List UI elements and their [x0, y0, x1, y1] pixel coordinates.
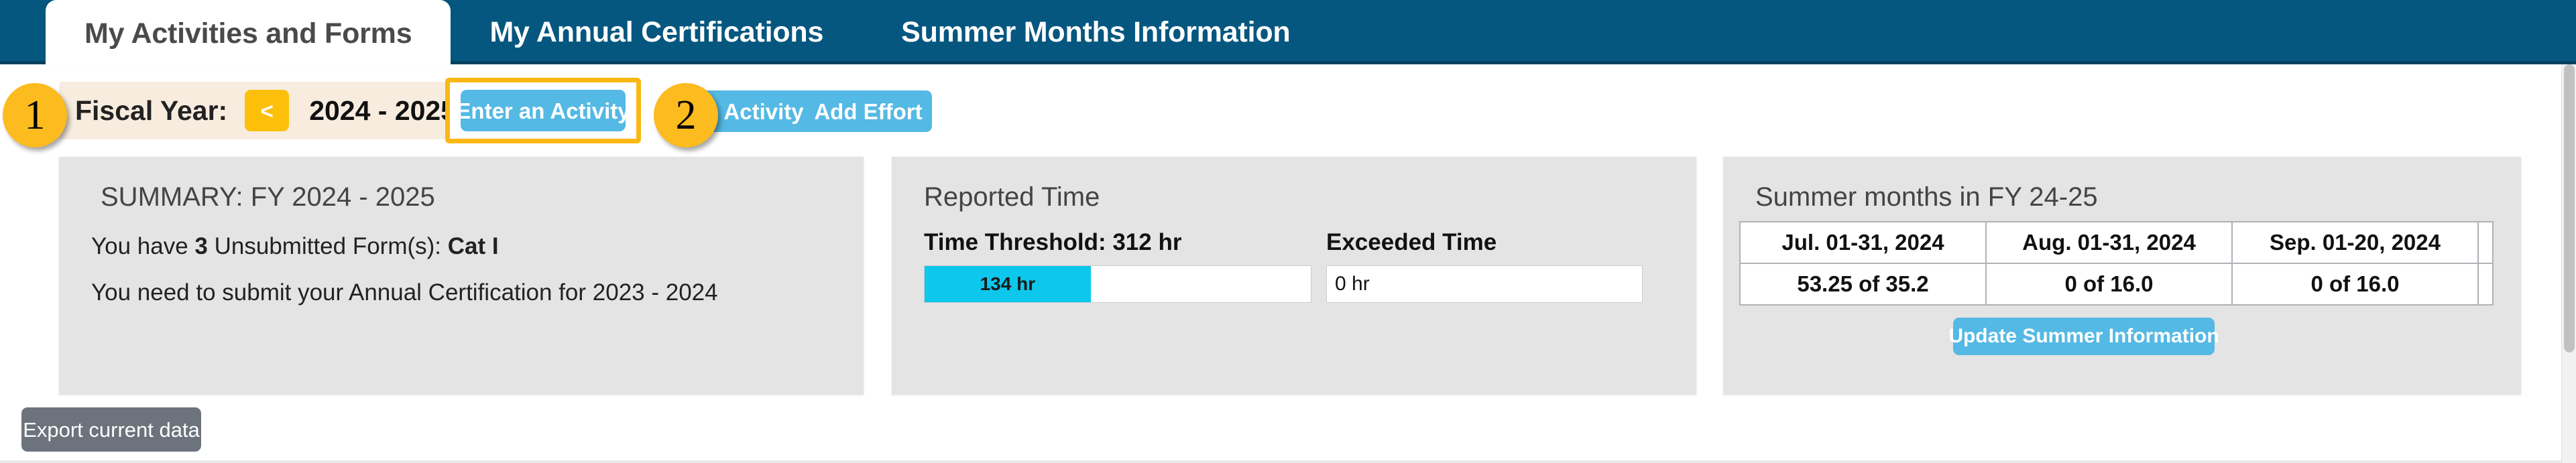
previous-fiscal-year-button[interactable]: <: [245, 90, 290, 131]
reported-time-card: Reported Time Time Threshold: 312 hr Exc…: [892, 157, 1696, 395]
tab-list: My Activities and Forms My Annual Certif…: [0, 0, 1329, 68]
exceeded-time-label: Exceeded Time: [1326, 229, 1497, 255]
update-summer-information-button[interactable]: Update Summer Information: [1948, 318, 2219, 355]
table-row: 53.25 of 35.2 0 of 16.0 0 of 16.0: [1739, 263, 2494, 306]
callout-badge-2-number: 2: [675, 92, 697, 138]
fiscal-year-label: Fiscal Year:: [75, 94, 228, 126]
summer-months-table: Jul. 01-31, 2024 Aug. 01-31, 2024 Sep. 0…: [1739, 221, 2494, 306]
tab-label: Summer Months Information: [901, 15, 1291, 48]
summer-months-card: Summer months in FY 24-25 Jul. 01-31, 20…: [1723, 157, 2521, 395]
annual-certification-notice: You need to submit your Annual Certifica…: [91, 279, 718, 306]
exceeded-time-value: 0 hr: [1335, 273, 1370, 295]
scrollbar-thumb[interactable]: [2564, 64, 2575, 352]
time-threshold-label: Time Threshold: 312 hr: [924, 229, 1182, 255]
unsubmitted-forms-line: You have 3 Unsubmitted Form(s): Cat I: [59, 210, 864, 258]
reported-time-progress-bar: 134 hr: [924, 265, 1311, 303]
tab-bar: My Activities and Forms My Annual Certif…: [0, 0, 2576, 68]
add-effort-button[interactable]: Add Effort: [805, 90, 932, 132]
summary-card: SUMMARY: FY 2024 - 2025 You have 3 Unsub…: [59, 157, 864, 395]
bottom-divider: [0, 460, 2561, 463]
callout-badge-1-number: 1: [24, 92, 46, 138]
reported-time-labels: Time Threshold: 312 hr Exceeded Time: [924, 229, 1661, 256]
main-content: 1 Fiscal Year: < 2024 - 2025 > Enter an …: [0, 64, 2561, 463]
tab-label: My Activities and Forms: [84, 17, 412, 50]
summer-column-header: Jul. 01-31, 2024: [1739, 221, 1987, 264]
summary-card-title: SUMMARY: FY 2024 - 2025: [101, 182, 435, 212]
unsubmitted-mid-text: Unsubmitted Form(s):: [207, 233, 448, 259]
enter-activity-highlight: Enter an Activity: [445, 78, 641, 143]
reported-time-progress-fill: 134 hr: [925, 266, 1091, 302]
export-current-data-button[interactable]: Export current data: [21, 407, 201, 452]
callout-badge-1: 1: [3, 83, 67, 147]
unsubmitted-form-type: Cat I: [447, 233, 499, 259]
reported-time-value: 134 hr: [980, 273, 1036, 294]
summer-table-scroll-gutter: [2477, 263, 2494, 306]
toolbar: 1 Fiscal Year: < 2024 - 2025 > Enter an …: [0, 76, 2561, 147]
summer-value-cell: 0 of 16.0: [2231, 263, 2479, 306]
summer-value-cell: 53.25 of 35.2: [1739, 263, 1987, 306]
summer-table-scroll-gutter: [2477, 221, 2494, 264]
unsubmitted-count: 3: [194, 233, 208, 259]
summer-months-table-wrap: Jul. 01-31, 2024 Aug. 01-31, 2024 Sep. 0…: [1739, 221, 2504, 306]
exceeded-time-field: 0 hr: [1326, 265, 1643, 303]
tab-summer-months-information[interactable]: Summer Months Information: [862, 0, 1329, 64]
reported-time-values: 134 hr 0 hr: [924, 265, 1661, 303]
summer-column-header: Sep. 01-20, 2024: [2231, 221, 2479, 264]
summer-value-cell: 0 of 16.0: [1985, 263, 2233, 306]
reported-time-body: Time Threshold: 312 hr Exceeded Time 134…: [924, 229, 1661, 303]
summer-months-title: Summer months in FY 24-25: [1755, 182, 2098, 212]
summary-cards-row: SUMMARY: FY 2024 - 2025 You have 3 Unsub…: [0, 157, 2561, 398]
enter-an-activity-button[interactable]: Enter an Activity: [456, 90, 630, 131]
page-root: My Activities and Forms My Annual Certif…: [0, 0, 2576, 463]
tab-label: My Annual Certifications: [489, 15, 824, 48]
chevron-left-icon: <: [260, 98, 274, 123]
reported-time-title: Reported Time: [924, 182, 1100, 212]
summer-column-header: Aug. 01-31, 2024: [1985, 221, 2233, 264]
tab-my-activities-and-forms[interactable]: My Activities and Forms: [46, 0, 451, 68]
tab-my-annual-certifications[interactable]: My Annual Certifications: [451, 0, 862, 64]
page-vertical-scrollbar[interactable]: [2561, 64, 2576, 463]
callout-badge-2: 2: [654, 83, 718, 147]
unsubmitted-pre-text: You have: [91, 233, 195, 259]
table-header-row: Jul. 01-31, 2024 Aug. 01-31, 2024 Sep. 0…: [1739, 221, 2494, 264]
